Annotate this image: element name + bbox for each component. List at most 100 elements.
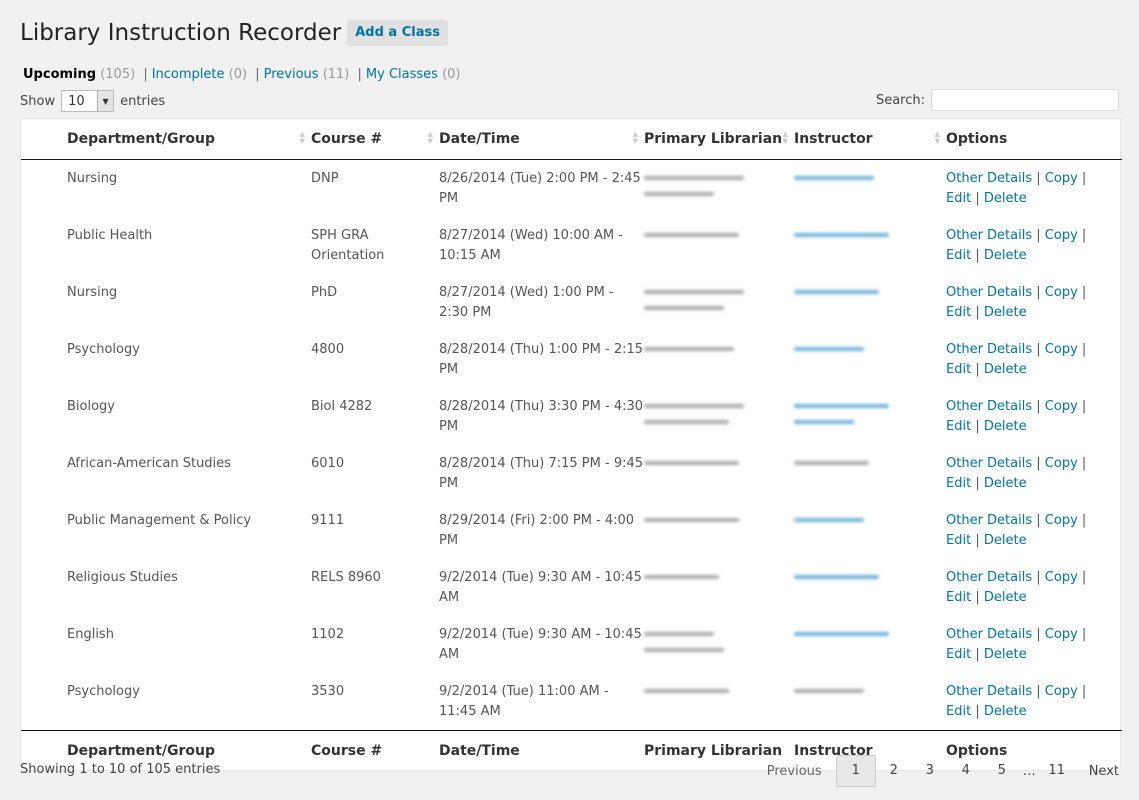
table-header-row: Department/Group ▲ ▼ Course # ▲ ▼ Date/Time ▲… <box>21 119 1122 160</box>
header-primary-librarian[interactable]: Primary Librarian ▲ ▼ <box>644 119 794 160</box>
other-details-link[interactable]: Other Details <box>946 285 1032 300</box>
other-details-link[interactable]: Other Details <box>946 570 1032 585</box>
edit-link[interactable]: Edit <box>946 476 971 491</box>
other-details-link[interactable]: Other Details <box>946 627 1032 642</box>
delete-link[interactable]: Delete <box>984 305 1027 320</box>
filter-incomplete[interactable]: Incomplete <box>152 67 225 82</box>
edit-link[interactable]: Edit <box>946 647 971 662</box>
copy-link[interactable]: Copy <box>1045 285 1078 300</box>
cell-instructor <box>794 331 946 388</box>
options-separator: | <box>975 476 980 491</box>
cell-options: Other Details | Copy | Edit | Delete <box>946 274 1122 331</box>
cell-course: SPH GRA Orientation <box>311 228 385 263</box>
cell-datetime: 8/29/2014 (Fri) 2:00 PM - 4:00 PM <box>439 513 635 548</box>
cell-department: Public Health <box>67 228 153 243</box>
delete-link[interactable]: Delete <box>984 248 1027 263</box>
copy-link[interactable]: Copy <box>1045 456 1078 471</box>
add-class-button[interactable]: Add a Class <box>347 20 448 46</box>
options-separator: | <box>1036 627 1041 642</box>
filter-previous[interactable]: Previous <box>264 67 319 82</box>
filter-previous-count: (11) <box>322 67 350 82</box>
cell-course: 9111 <box>311 513 345 528</box>
header-course[interactable]: Course # ▲ ▼ <box>311 119 439 160</box>
pagination-page-last[interactable]: 11 <box>1039 756 1075 786</box>
pagination-page-1[interactable]: 1 <box>835 755 876 787</box>
delete-link[interactable]: Delete <box>984 647 1027 662</box>
options-separator: | <box>1081 171 1087 186</box>
cell-primary-librarian <box>644 445 794 502</box>
redacted-text <box>644 306 724 310</box>
copy-link[interactable]: Copy <box>1045 627 1078 642</box>
filter-incomplete-count: (0) <box>228 67 248 82</box>
length-suffix: entries <box>120 93 166 109</box>
delete-link[interactable]: Delete <box>984 191 1027 206</box>
copy-link[interactable]: Copy <box>1045 171 1078 186</box>
delete-link[interactable]: Delete <box>984 362 1027 377</box>
copy-link[interactable]: Copy <box>1045 513 1078 528</box>
delete-link[interactable]: Delete <box>984 590 1027 605</box>
entries-per-page-select[interactable]: 10 ▼ <box>61 90 115 112</box>
search-input[interactable] <box>931 89 1119 111</box>
table-row: Psychology 4800 8/28/2014 (Thu) 1:00 PM … <box>21 331 1122 388</box>
options-separator: | <box>1081 285 1087 300</box>
cell-datetime: 9/2/2014 (Tue) 9:30 AM - 10:45 AM <box>439 570 642 605</box>
cell-department: Public Management & Policy <box>67 513 252 528</box>
edit-link[interactable]: Edit <box>946 248 971 263</box>
pagination-page-4[interactable]: 4 <box>948 756 984 786</box>
cell-primary-librarian <box>644 502 794 559</box>
copy-link[interactable]: Copy <box>1045 342 1078 357</box>
pagination-page-3[interactable]: 3 <box>912 756 948 786</box>
pagination-page-5[interactable]: 5 <box>984 756 1020 786</box>
edit-link[interactable]: Edit <box>946 305 971 320</box>
filter-my-classes[interactable]: My Classes <box>366 67 438 82</box>
redacted-text <box>644 233 739 237</box>
pagination-previous[interactable]: Previous <box>767 764 822 779</box>
pagination-page-2[interactable]: 2 <box>876 756 912 786</box>
copy-link[interactable]: Copy <box>1045 228 1078 243</box>
redacted-text <box>794 176 874 180</box>
redacted-text <box>794 404 889 408</box>
edit-link[interactable]: Edit <box>946 419 971 434</box>
other-details-link[interactable]: Other Details <box>946 513 1032 528</box>
delete-link[interactable]: Delete <box>984 419 1027 434</box>
edit-link[interactable]: Edit <box>946 590 971 605</box>
table-row: Nursing DNP 8/26/2014 (Tue) 2:00 PM - 2:… <box>21 160 1122 218</box>
redacted-text <box>794 518 864 522</box>
options-separator: | <box>1081 627 1087 642</box>
other-details-link[interactable]: Other Details <box>946 171 1032 186</box>
cell-options: Other Details | Copy | Edit | Delete <box>946 160 1122 218</box>
cell-instructor <box>794 274 946 331</box>
header-instructor[interactable]: Instructor ▲ ▼ <box>794 119 946 160</box>
edit-link[interactable]: Edit <box>946 533 971 548</box>
delete-link[interactable]: Delete <box>984 704 1027 719</box>
delete-link[interactable]: Delete <box>984 533 1027 548</box>
search-control: Search: <box>876 89 1119 111</box>
other-details-link[interactable]: Other Details <box>946 399 1032 414</box>
delete-link[interactable]: Delete <box>984 476 1027 491</box>
cell-datetime: 8/27/2014 (Wed) 10:00 AM - 10:15 AM <box>439 228 623 263</box>
cell-department: Nursing <box>67 171 118 186</box>
cell-options: Other Details | Copy | Edit | Delete <box>946 502 1122 559</box>
other-details-link[interactable]: Other Details <box>946 456 1032 471</box>
redacted-text <box>644 575 719 579</box>
other-details-link[interactable]: Other Details <box>946 342 1032 357</box>
options-separator: | <box>1081 570 1087 585</box>
options-separator: | <box>1036 513 1041 528</box>
header-department[interactable]: Department/Group ▲ ▼ <box>67 119 311 160</box>
options-separator: | <box>1081 399 1087 414</box>
copy-link[interactable]: Copy <box>1045 399 1078 414</box>
edit-link[interactable]: Edit <box>946 191 971 206</box>
row-spacer <box>21 559 67 616</box>
cell-department: Nursing <box>67 285 118 300</box>
copy-link[interactable]: Copy <box>1045 684 1078 699</box>
options-separator: | <box>1036 684 1041 699</box>
edit-link[interactable]: Edit <box>946 362 971 377</box>
other-details-link[interactable]: Other Details <box>946 684 1032 699</box>
filter-upcoming[interactable]: Upcoming <box>23 67 96 82</box>
options-separator: | <box>975 533 980 548</box>
pagination-next[interactable]: Next <box>1089 764 1119 779</box>
other-details-link[interactable]: Other Details <box>946 228 1032 243</box>
header-datetime[interactable]: Date/Time ▲ ▼ <box>439 119 644 160</box>
copy-link[interactable]: Copy <box>1045 570 1078 585</box>
edit-link[interactable]: Edit <box>946 704 971 719</box>
